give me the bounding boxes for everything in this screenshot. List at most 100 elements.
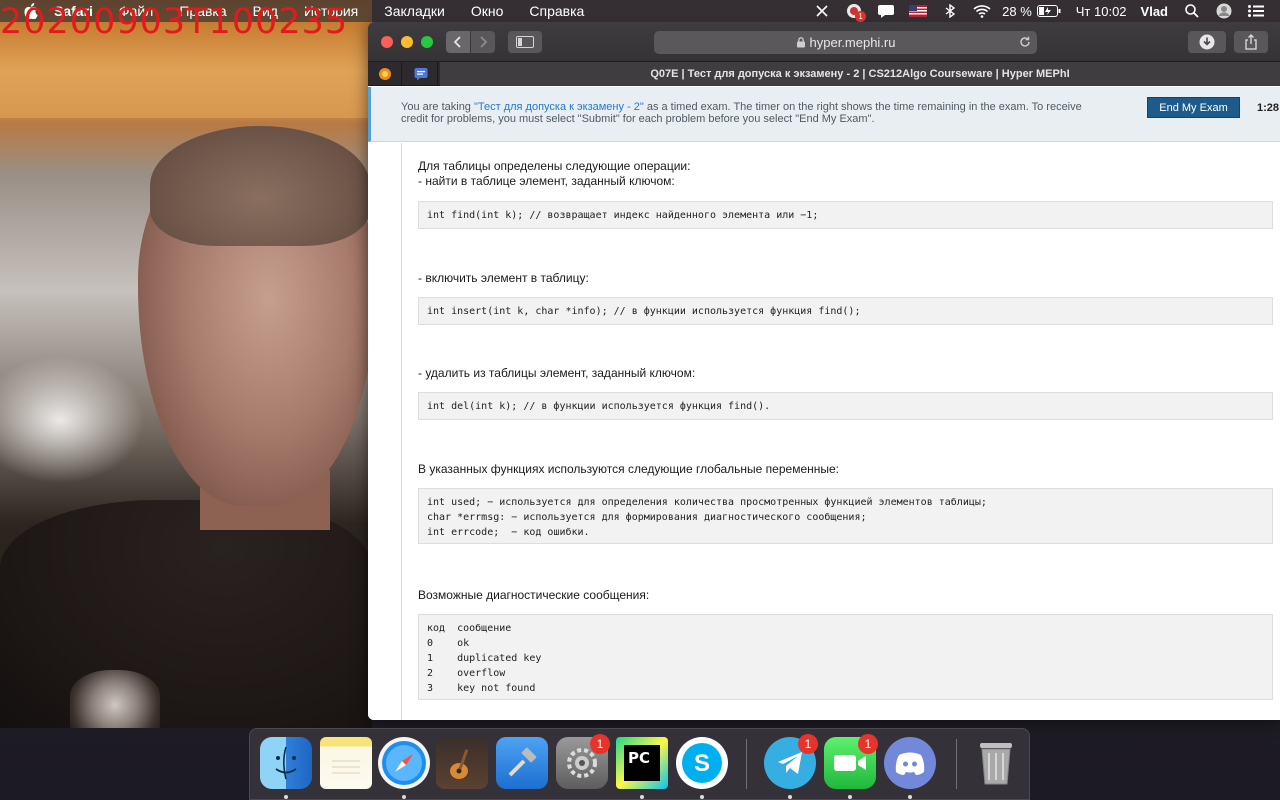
trash-icon: [980, 743, 1012, 785]
telegram-badge: 1: [798, 734, 818, 754]
menu-help[interactable]: Справка: [529, 3, 584, 19]
dock-xcode[interactable]: [496, 737, 548, 789]
messages-status-icon[interactable]: [876, 3, 896, 19]
problem-intro-line1: Для таблицы определены следующие операци…: [418, 159, 691, 173]
dock-separator: [956, 739, 957, 789]
window-fullscreen-button[interactable]: [421, 36, 433, 48]
skype-icon: S: [682, 743, 722, 783]
dock-notes[interactable]: [320, 737, 372, 789]
share-icon: [1245, 34, 1257, 50]
siri-avatar-icon[interactable]: [1214, 3, 1234, 19]
delete-label: - удалить из таблицы элемент, заданный к…: [418, 366, 696, 380]
exam-banner-text-before: You are taking: [401, 101, 474, 113]
pycharm-logo-icon: PC: [624, 745, 660, 781]
lock-icon: [796, 37, 806, 48]
window-minimize-button[interactable]: [401, 36, 413, 48]
system-preferences-badge: 1: [590, 734, 610, 754]
downloads-button[interactable]: [1188, 31, 1226, 53]
menubar-user[interactable]: Vlad: [1141, 4, 1168, 19]
exam-name-link[interactable]: "Тест для допуска к экзамену - 2": [474, 101, 644, 113]
webcam-person-hair: [150, 126, 370, 246]
share-button[interactable]: [1234, 31, 1268, 53]
dock-pycharm[interactable]: PC: [616, 737, 668, 789]
timestamp-watermark: 20200903T100235: [0, 2, 349, 42]
address-bar[interactable]: hyper.mephi.ru: [654, 31, 1037, 54]
menu-window[interactable]: Окно: [471, 3, 504, 19]
menubar-clock[interactable]: Чт 10:02: [1076, 4, 1127, 19]
exam-banner-message: You are taking "Тест для допуска к экзам…: [401, 101, 1101, 125]
webcam-video: [0, 0, 372, 728]
webcam-shirt-print: [70, 670, 160, 728]
notification-app-icon[interactable]: 1: [844, 3, 867, 22]
dock-finder[interactable]: [260, 737, 312, 789]
dock-system-preferences[interactable]: 1: [556, 734, 610, 789]
dock-running-indicator: [700, 795, 704, 799]
forward-button[interactable]: [471, 31, 495, 53]
message-favicon-icon: [414, 68, 427, 81]
status-area: 1 28 % Чт 10:02 Vlad: [800, 0, 1280, 22]
chevron-right-icon: [480, 36, 488, 48]
webcam-person-body: [0, 500, 372, 728]
globals-label: В указанных функциях используются следую…: [418, 462, 840, 476]
diagnostic-messages-label: Возможные диагностические сообщения:: [418, 588, 650, 602]
sidebar-icon: [516, 36, 534, 48]
dock-skype[interactable]: S: [676, 737, 728, 789]
battery-charging-icon[interactable]: [1036, 3, 1062, 19]
discord-controller-icon: [895, 752, 925, 775]
notification-center-icon[interactable]: [1246, 3, 1266, 19]
dock-running-indicator: [908, 795, 912, 799]
dock-running-indicator: [284, 795, 288, 799]
wifi-icon[interactable]: [972, 3, 992, 19]
address-text: hyper.mephi.ru: [809, 35, 896, 50]
dock-discord[interactable]: [884, 737, 936, 789]
firefox-favicon-icon: [378, 68, 391, 80]
web-page: You are taking "Тест для допуска к экзам…: [368, 87, 1280, 720]
code-globals: int used; − используется для определения…: [418, 488, 1273, 544]
dock-running-indicator: [848, 795, 852, 799]
video-camera-icon: [834, 755, 866, 771]
mute-icon[interactable]: [812, 3, 832, 19]
dock-garageband[interactable]: [436, 737, 488, 789]
dock-running-indicator: [402, 795, 406, 799]
battery-percentage[interactable]: 28 %: [1002, 4, 1032, 19]
insert-label: - включить элемент в таблицу:: [418, 271, 589, 285]
spotlight-search-icon[interactable]: [1182, 3, 1202, 19]
pinned-tab-1[interactable]: [368, 62, 402, 86]
timed-exam-banner: You are taking "Тест для допуска к экзам…: [368, 87, 1280, 142]
sidebar-toggle-button[interactable]: [508, 31, 542, 53]
dock-separator: [746, 739, 747, 789]
tab-bar: Q07E | Тест для допуска к экзамену - 2 |…: [368, 62, 1280, 86]
window-close-button[interactable]: [381, 36, 393, 48]
facetime-badge: 1: [858, 734, 878, 754]
dock-running-indicator: [788, 795, 792, 799]
dock: 1 PC S 1 1: [249, 728, 1030, 800]
dock-safari[interactable]: [378, 737, 430, 789]
reload-icon[interactable]: [1017, 34, 1033, 50]
chevron-left-icon: [453, 36, 461, 48]
tab-active[interactable]: Q07E | Тест для допуска к экзамену - 2 |…: [440, 62, 1280, 86]
problem-intro-line2: - найти в таблице элемент, заданный ключ…: [418, 174, 675, 188]
us-flag-icon[interactable]: [908, 3, 928, 19]
code-delete: int del(int k); // в функции используетс…: [418, 392, 1273, 420]
dock-telegram[interactable]: 1: [764, 734, 818, 789]
svg-text:S: S: [694, 750, 710, 777]
notes-icon: [332, 760, 360, 774]
code-find: int find(int k); // возвращает индекс на…: [418, 201, 1273, 229]
pinned-tab-2[interactable]: [404, 62, 438, 86]
code-diagnostic-table: код сообщение 0 ok 1 duplicated key 2 ov…: [418, 614, 1273, 700]
dock-running-indicator: [640, 795, 644, 799]
guitar-icon: [450, 749, 469, 779]
dock-trash[interactable]: [970, 737, 1022, 789]
safari-compass-icon: [382, 741, 426, 785]
problem-content: Для таблицы определены следующие операци…: [368, 143, 1280, 720]
menu-bookmarks[interactable]: Закладки: [384, 3, 445, 19]
back-button[interactable]: [446, 31, 470, 53]
browser-toolbar: hyper.mephi.ru: [368, 22, 1280, 62]
safari-window: hyper.mephi.ru Q07E | Тест для допуска к…: [368, 22, 1280, 720]
end-my-exam-button[interactable]: End My Exam: [1147, 97, 1240, 118]
dock-facetime[interactable]: 1: [824, 734, 878, 789]
finder-icon: [275, 746, 297, 780]
content-left-border: [401, 143, 402, 720]
bluetooth-icon[interactable]: [940, 3, 960, 19]
hammer-icon: [508, 747, 537, 777]
